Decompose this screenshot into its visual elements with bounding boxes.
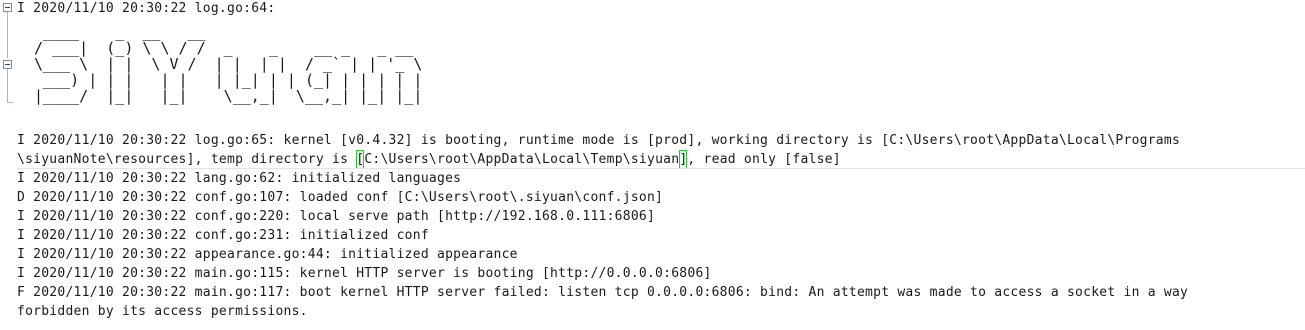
fold-gutter bbox=[0, 0, 16, 330]
log-line: I 2020/11/10 20:30:22 log.go:65: kernel … bbox=[17, 133, 1181, 148]
ascii-banner: ____ _ __ __ / ___| (_) \ \ / / _ _ __ _… bbox=[34, 23, 423, 105]
log-line-path: C:\Users\root\AppData\Local\Temp\siyuan bbox=[364, 152, 680, 167]
log-line: F 2020/11/10 20:30:22 main.go:117: boot … bbox=[17, 285, 1189, 300]
log-line: \siyuanNote\resources], temp directory i… bbox=[17, 150, 841, 169]
log-line-text: \siyuanNote\resources], temp directory i… bbox=[17, 152, 357, 167]
log-line-text: , read only [false] bbox=[687, 152, 841, 167]
log-editor[interactable]: I 2020/11/10 20:30:22 log.go:64: ____ _ … bbox=[0, 0, 1305, 330]
log-line: forbidden by its access permissions. bbox=[17, 304, 308, 319]
fold-guide-line bbox=[7, 69, 8, 102]
log-line: I 2020/11/10 20:30:22 conf.go:220: local… bbox=[17, 209, 656, 224]
log-line: D 2020/11/10 20:30:22 conf.go:107: loade… bbox=[17, 190, 664, 205]
log-line: I 2020/11/10 20:30:22 conf.go:231: initi… bbox=[17, 228, 429, 243]
fold-collapse-icon[interactable] bbox=[3, 3, 12, 12]
log-line: I 2020/11/10 20:30:22 log.go:64: bbox=[17, 1, 276, 16]
log-line: I 2020/11/10 20:30:22 main.go:115: kerne… bbox=[17, 266, 712, 281]
fold-collapse-icon[interactable] bbox=[3, 60, 12, 69]
log-line: I 2020/11/10 20:30:22 appearance.go:44: … bbox=[17, 247, 518, 262]
fold-guide-line bbox=[7, 12, 8, 58]
fold-end-marker bbox=[7, 102, 13, 103]
log-line: I 2020/11/10 20:30:22 lang.go:62: initia… bbox=[17, 171, 462, 186]
